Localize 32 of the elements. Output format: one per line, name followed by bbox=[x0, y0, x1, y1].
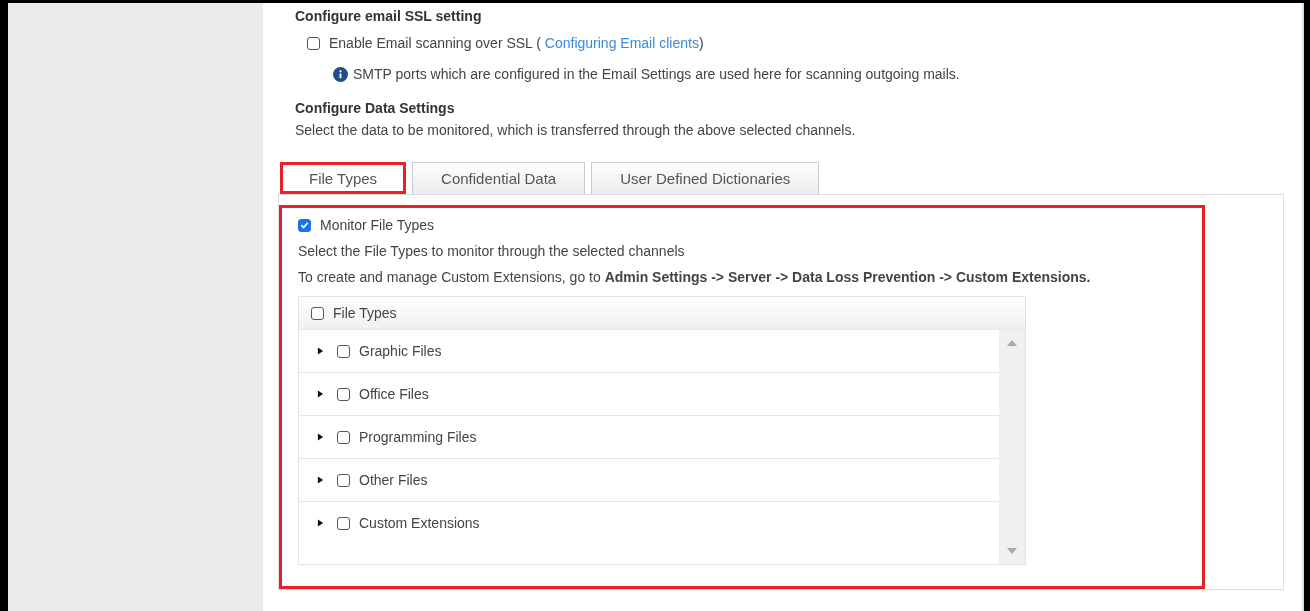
checkbox[interactable] bbox=[337, 473, 350, 487]
checkbox[interactable] bbox=[298, 218, 311, 232]
checkbox[interactable] bbox=[337, 387, 350, 401]
checkbox-label: Monitor File Types bbox=[320, 217, 435, 233]
section-heading: Configure email SSL setting bbox=[295, 7, 483, 26]
expand-caret-icon[interactable] bbox=[317, 389, 324, 399]
link[interactable]: Configuring Email clients bbox=[544, 35, 699, 51]
section-description: Select the data to be monitored, which is transferred through the above selected channels. bbox=[295, 121, 857, 140]
checkbox[interactable] bbox=[337, 516, 350, 530]
instruction-text: To create and manage Custom Extensions, go to Admin Settings -> Server -> Data Loss Prevention -> Custom Extensions. bbox=[298, 268, 1092, 287]
tree-item-label[interactable]: Programming Files bbox=[359, 429, 477, 445]
tree-item-label[interactable]: Other Files bbox=[359, 472, 428, 488]
tree-item-label[interactable]: Graphic Files bbox=[359, 343, 442, 359]
checkbox[interactable] bbox=[337, 344, 350, 358]
tree-item-label[interactable]: Custom Extensions bbox=[359, 515, 480, 531]
tab[interactable]: User Defined Dictionaries bbox=[591, 162, 820, 194]
checkbox[interactable] bbox=[337, 430, 350, 444]
expand-caret-icon[interactable] bbox=[317, 518, 324, 528]
tab[interactable]: Confidential Data bbox=[412, 162, 586, 194]
expand-caret-icon[interactable] bbox=[317, 432, 324, 442]
info-text: SMTP ports which are configured in the Email Settings are used here for scanning outgoing mails. bbox=[353, 66, 960, 82]
tree-item-label[interactable]: Office Files bbox=[359, 386, 429, 402]
tab[interactable]: File Types bbox=[280, 162, 407, 194]
expand-caret-icon[interactable] bbox=[317, 475, 324, 485]
checkbox[interactable] bbox=[307, 36, 320, 50]
expand-caret-icon[interactable] bbox=[317, 346, 324, 356]
checkbox-label: Enable Email scanning over SSL ( Configuring Email clients) bbox=[329, 35, 704, 51]
hint-text: Select the File Types to monitor through the selected channels bbox=[298, 242, 686, 261]
info-icon bbox=[333, 66, 348, 82]
section-heading: Configure Data Settings bbox=[295, 99, 456, 118]
checkbox[interactable] bbox=[311, 306, 324, 320]
column-header: File Types bbox=[333, 305, 397, 321]
